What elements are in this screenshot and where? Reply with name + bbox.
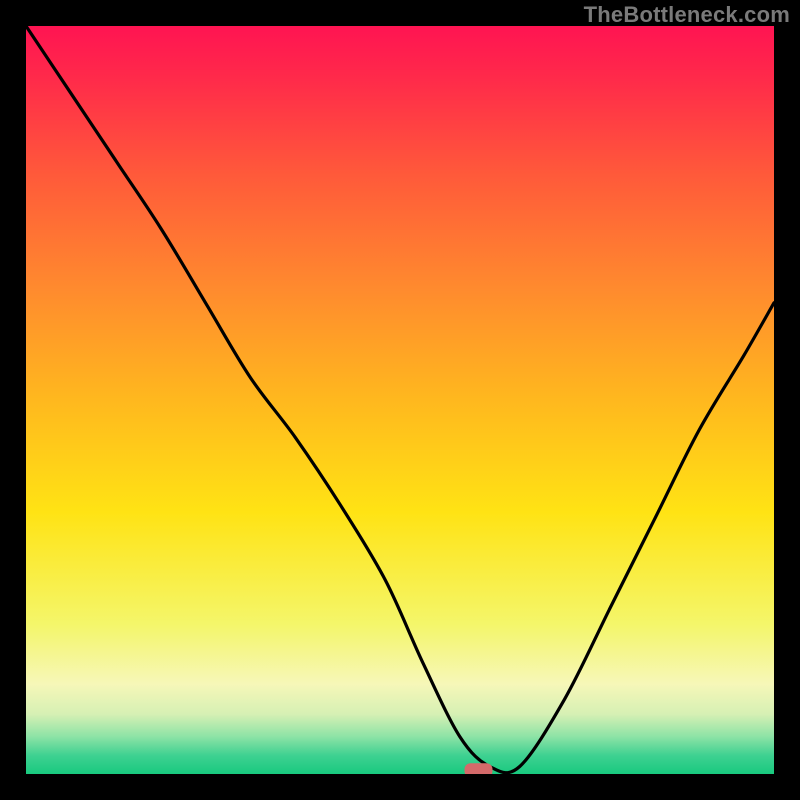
gradient-background: [26, 26, 774, 774]
plot-area: [26, 26, 774, 774]
optimal-marker: [465, 763, 493, 774]
chart-container: TheBottleneck.com: [0, 0, 800, 800]
chart-svg: [26, 26, 774, 774]
watermark-text: TheBottleneck.com: [584, 2, 790, 28]
